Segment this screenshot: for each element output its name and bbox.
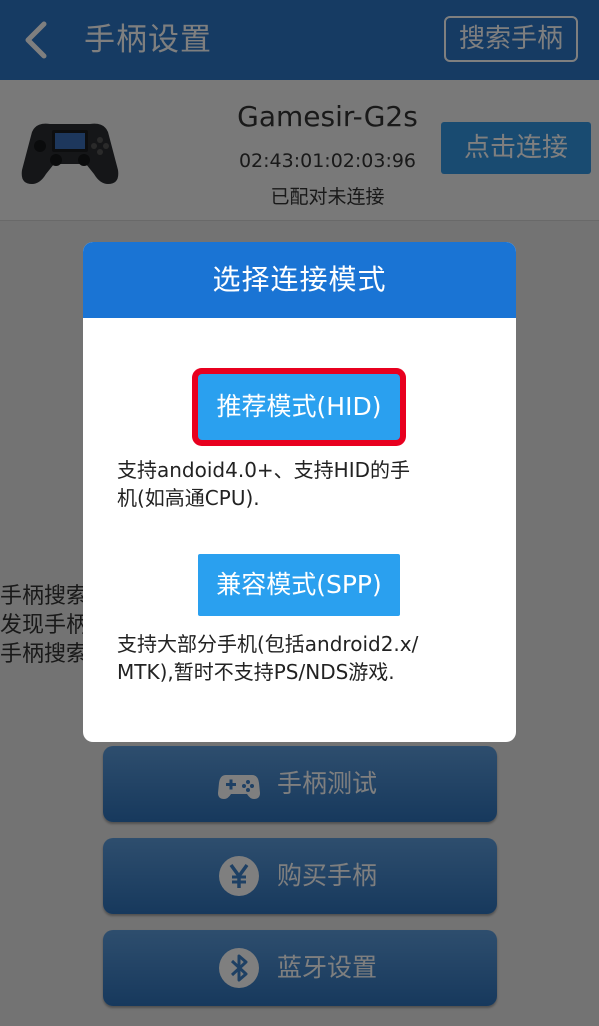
hid-mode-description: 支持andoid4.0+、支持HID的手 机(如高通CPU). <box>117 456 487 512</box>
dialog-header: 选择连接模式 <box>83 242 516 318</box>
hid-mode-button[interactable]: 推荐模式(HID) <box>198 374 400 440</box>
hid-desc-line: 支持andoid4.0+、支持HID的手 <box>117 458 411 482</box>
connection-mode-dialog: 选择连接模式 推荐模式(HID) 支持andoid4.0+、支持HID的手 机(… <box>83 242 516 742</box>
spp-desc-line: 支持大部分手机(包括android2.x/ <box>117 632 419 656</box>
hid-desc-line: 机(如高通CPU). <box>117 486 260 510</box>
dialog-title: 选择连接模式 <box>212 263 387 296</box>
spp-mode-button[interactable]: 兼容模式(SPP) <box>198 554 400 616</box>
spp-desc-line: MTK),暂时不支持PS/NDS游戏. <box>117 660 395 684</box>
spp-mode-description: 支持大部分手机(包括android2.x/ MTK),暂时不支持PS/NDS游戏… <box>117 630 487 686</box>
